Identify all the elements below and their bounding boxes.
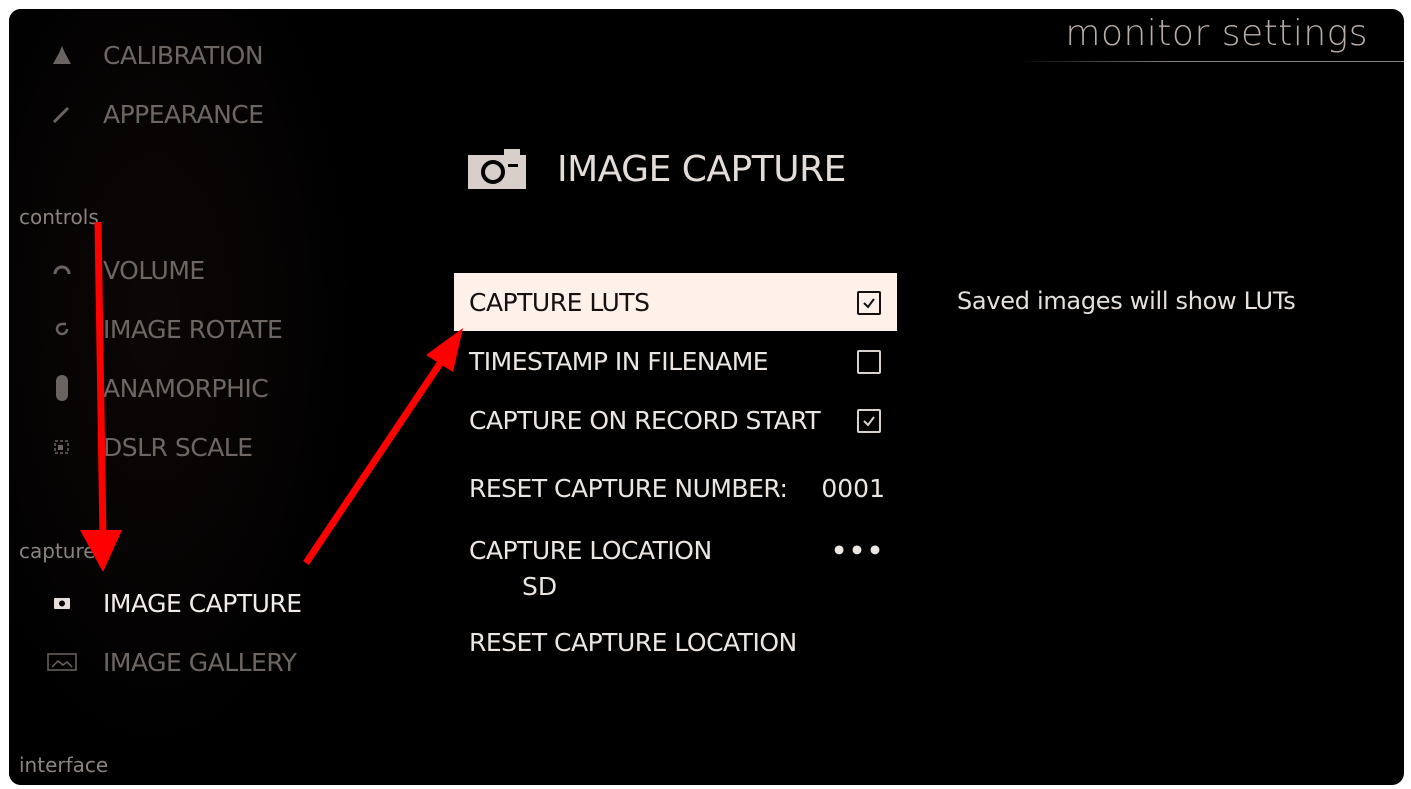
- scale-icon: [45, 436, 79, 458]
- sidebar-item-label: APPEARANCE: [103, 99, 264, 129]
- section-label-controls: controls: [19, 205, 99, 229]
- page-title: monitor settings: [1065, 13, 1368, 54]
- camera-icon: [468, 149, 526, 189]
- row-label: CAPTURE LOCATION: [469, 535, 712, 565]
- sidebar-item-image-rotate[interactable]: IMAGE ROTATE: [45, 309, 345, 349]
- panel-title: IMAGE CAPTURE: [557, 149, 846, 190]
- check-icon: [863, 298, 875, 309]
- row-label: TIMESTAMP IN FILENAME: [469, 346, 769, 376]
- camera-icon: [45, 592, 79, 614]
- sidebar-item-label: ANAMORPHIC: [103, 373, 269, 403]
- sidebar-item-volume[interactable]: VOLUME: [45, 250, 345, 290]
- headphones-icon: [45, 259, 79, 281]
- reset-capture-number-row[interactable]: RESET CAPTURE NUMBER: 0001: [454, 459, 897, 517]
- check-icon: [863, 416, 875, 427]
- sidebar-item-label: CALIBRATION: [103, 40, 264, 70]
- more-options-icon[interactable]: •••: [831, 536, 885, 565]
- sidebar-item-label: IMAGE GALLERY: [103, 647, 297, 677]
- sidebar-item-label: IMAGE CAPTURE: [103, 588, 302, 618]
- timestamp-filename-row[interactable]: TIMESTAMP IN FILENAME: [454, 332, 897, 390]
- gallery-icon: [45, 651, 79, 673]
- sidebar-item-appearance[interactable]: APPEARANCE: [45, 94, 345, 134]
- calibration-icon: [45, 44, 79, 66]
- sidebar-item-label: DSLR SCALE: [103, 432, 253, 462]
- rotate-icon: [45, 318, 79, 340]
- brush-icon: [45, 103, 79, 125]
- row-label: CAPTURE LUTS: [469, 287, 650, 317]
- sidebar-item-dslr-scale[interactable]: DSLR SCALE: [45, 427, 345, 467]
- record-start-checkbox[interactable]: [857, 409, 881, 433]
- sidebar-item-label: IMAGE ROTATE: [103, 314, 283, 344]
- capture-number-value: 0001: [821, 473, 885, 503]
- reset-capture-location-row[interactable]: RESET CAPTURE LOCATION: [454, 613, 897, 671]
- anamorphic-icon: [45, 373, 79, 403]
- title-divider: [1019, 61, 1404, 62]
- sidebar-item-image-gallery[interactable]: IMAGE GALLERY: [45, 642, 345, 682]
- capture-record-start-row[interactable]: CAPTURE ON RECORD START: [454, 391, 897, 449]
- help-text: Saved images will show LUTs: [957, 287, 1296, 315]
- sidebar-item-image-capture[interactable]: IMAGE CAPTURE: [45, 583, 345, 623]
- section-label-capture: capture: [19, 539, 96, 563]
- section-label-interface: interface: [19, 753, 109, 777]
- sidebar-item-calibration[interactable]: CALIBRATION: [45, 35, 345, 75]
- row-label: RESET CAPTURE LOCATION: [469, 627, 797, 657]
- capture-location-row[interactable]: CAPTURE LOCATION •••: [454, 521, 897, 579]
- sidebar-item-anamorphic[interactable]: ANAMORPHIC: [45, 368, 345, 408]
- sidebar-item-label: VOLUME: [103, 255, 205, 285]
- capture-location-value: SD: [522, 572, 558, 601]
- timestamp-checkbox[interactable]: [857, 350, 881, 374]
- row-label: CAPTURE ON RECORD START: [469, 405, 821, 435]
- row-label: RESET CAPTURE NUMBER:: [469, 473, 788, 503]
- capture-luts-row[interactable]: CAPTURE LUTS: [454, 273, 897, 331]
- monitor-screen: monitor settings CALIBRATION APPEARANCE …: [9, 9, 1404, 785]
- capture-luts-checkbox[interactable]: [857, 291, 881, 315]
